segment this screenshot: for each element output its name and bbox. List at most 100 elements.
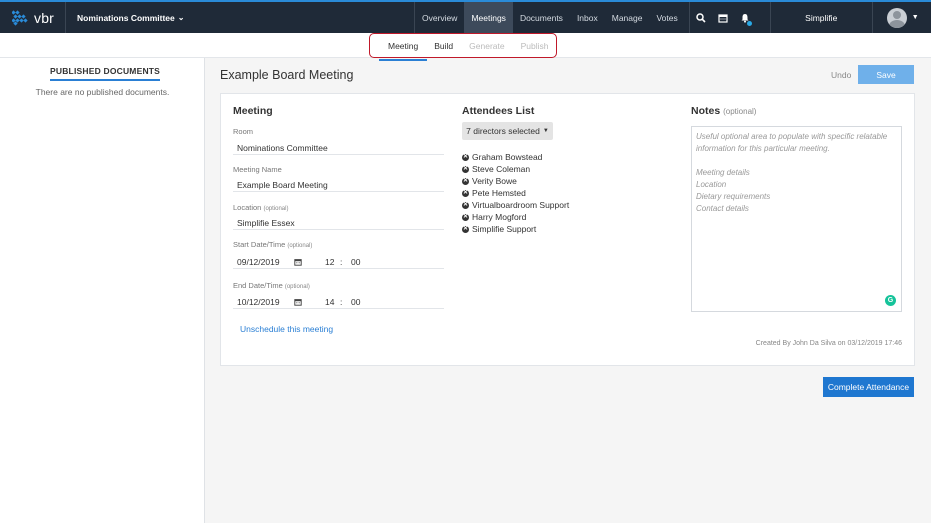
end-date-input[interactable]: 10/12/2019 [237, 297, 280, 307]
start-minute-input[interactable]: 00 [351, 257, 360, 267]
calendar-icon[interactable] [294, 298, 302, 308]
notes-textarea[interactable]: Useful optional area to populate with sp… [691, 126, 902, 312]
notes-placeholder-line: Meeting details [696, 168, 750, 177]
attendee-name: Steve Coleman [472, 164, 531, 174]
start-date-input[interactable]: 09/12/2019 [237, 257, 280, 267]
list-item: ✕ Steve Coleman [462, 163, 569, 175]
brand-name: vbr [34, 9, 55, 26]
sidebar-empty-text: There are no published documents. [35, 87, 170, 97]
nav-inbox[interactable]: Inbox [570, 2, 605, 33]
tab-generate: Generate [469, 40, 505, 51]
attendee-name: Verity Bowe [472, 176, 517, 186]
remove-attendee-icon[interactable]: ✕ [462, 165, 469, 173]
notes-placeholder-intro: Useful optional area to populate with sp… [696, 132, 888, 153]
list-item: ✕ Virtualboardroom Support [462, 199, 569, 211]
nav-icon-group [688, 2, 756, 33]
attendee-name: Simplifie Support [472, 224, 537, 234]
save-button[interactable]: Save [858, 65, 914, 84]
end-optional: (optional) [284, 284, 310, 290]
notes-placeholder-line: Dietary requirements [696, 192, 771, 201]
committee-selector[interactable]: Nominations Committee ⌄ [66, 2, 414, 33]
page-title: Example Board Meeting [220, 68, 354, 82]
remove-attendee-icon[interactable]: ✕ [462, 153, 469, 161]
list-item: ✕ Simplifie Support [462, 223, 569, 235]
complete-attendance-button[interactable]: Complete Attendance [823, 377, 914, 397]
main-nav: Overview Meetings Documents Inbox Manage… [414, 2, 685, 33]
calendar-button[interactable] [712, 2, 734, 33]
remove-attendee-icon[interactable]: ✕ [462, 225, 469, 233]
list-item: ✕ Pete Hemsted [462, 187, 569, 199]
subtab-group: Meeting Build Generate Publish [369, 33, 557, 61]
org-name[interactable]: Simplifie [769, 2, 873, 33]
search-button[interactable] [690, 2, 712, 33]
tab-build[interactable]: Build [434, 36, 453, 56]
created-by-text: Created By John Da Silva on 03/12/2019 1… [755, 340, 902, 347]
notes-optional: (optional) [723, 107, 757, 116]
nav-overview[interactable]: Overview [415, 2, 464, 33]
end-datetime-field: 10/12/2019 14 : 00 [233, 295, 444, 309]
start-time-separator: : [340, 257, 343, 267]
end-minute-input[interactable]: 00 [351, 297, 360, 307]
meeting-name-label: Meeting Name [233, 165, 282, 174]
chevron-down-icon: ⌄ [177, 13, 185, 22]
published-documents-sidebar: PUBLISHED DOCUMENTS There are no publish… [0, 58, 205, 523]
end-time-separator: : [340, 297, 343, 307]
start-label-text: Start Date/Time [233, 240, 286, 249]
location-label-text: Location [233, 203, 262, 212]
grammarly-icon[interactable]: G [885, 295, 896, 306]
end-label-text: End Date/Time [233, 281, 283, 290]
location-optional: (optional) [263, 206, 289, 212]
end-hour-input[interactable]: 14 [325, 297, 334, 307]
avatar [886, 7, 907, 28]
top-navbar: vbr Nominations Committee ⌄ Overview Mee… [0, 0, 931, 33]
list-item: ✕ Graham Bowstead [462, 151, 569, 163]
caret-down-icon: ▼ [911, 14, 919, 21]
nav-manage[interactable]: Manage [605, 2, 650, 33]
nav-meetings[interactable]: Meetings [464, 2, 513, 33]
list-item: ✕ Harry Mogford [462, 211, 569, 223]
notes-placeholder-line: Location [696, 180, 727, 189]
attendee-name: Graham Bowstead [472, 152, 543, 162]
directors-selector-label: 7 directors selected [466, 126, 540, 136]
attendees-heading: Attendees List [462, 105, 535, 117]
brand-logo[interactable]: vbr [0, 2, 66, 33]
attendee-name: Virtualboardroom Support [472, 200, 570, 210]
list-item: ✕ Verity Bowe [462, 175, 569, 187]
user-menu[interactable]: ▼ [873, 2, 919, 33]
location-label: Location (optional) [233, 203, 288, 212]
caret-down-icon: ▼ [542, 128, 549, 134]
calendar-icon[interactable] [294, 258, 302, 268]
start-hour-input[interactable]: 12 [325, 257, 334, 267]
attendee-name: Pete Hemsted [472, 188, 526, 198]
nav-documents[interactable]: Documents [513, 2, 570, 33]
remove-attendee-icon[interactable]: ✕ [462, 201, 469, 209]
notifications-button[interactable] [734, 2, 756, 33]
tab-publish: Publish [520, 40, 549, 51]
calendar-icon [718, 13, 728, 23]
undo-button[interactable]: Undo [831, 70, 851, 80]
unschedule-link[interactable]: Unschedule this meeting [240, 324, 333, 334]
attendee-name: Harry Mogford [472, 212, 527, 222]
directors-selector-button[interactable]: 7 directors selected ▼ [462, 122, 553, 140]
committee-label: Nominations Committee [77, 12, 175, 23]
sidebar-title: PUBLISHED DOCUMENTS [50, 66, 161, 81]
notes-heading-text: Notes [691, 105, 721, 117]
remove-attendee-icon[interactable]: ✕ [462, 213, 469, 221]
search-icon [695, 12, 706, 23]
nav-votes[interactable]: Votes [649, 2, 684, 33]
remove-attendee-icon[interactable]: ✕ [462, 177, 469, 185]
remove-attendee-icon[interactable]: ✕ [462, 189, 469, 197]
start-optional: (optional) [287, 243, 313, 249]
meeting-subnav: Meeting Build Generate Publish [0, 33, 931, 61]
start-datetime-field: 09/12/2019 12 : 00 [233, 255, 444, 269]
meeting-name-field[interactable]: Example Board Meeting [233, 178, 444, 192]
start-datetime-label: Start Date/Time (optional) [233, 240, 312, 249]
meeting-heading: Meeting [233, 105, 273, 117]
notes-placeholder-line: Contact details [696, 204, 749, 213]
room-field[interactable]: Nominations Committee [233, 141, 444, 155]
meeting-card: Meeting Room Nominations Committee Meeti… [220, 93, 915, 366]
tab-meeting[interactable]: Meeting [378, 36, 428, 61]
end-datetime-label: End Date/Time (optional) [233, 281, 310, 290]
vbr-logo-icon [12, 9, 28, 26]
location-field[interactable]: Simplifie Essex [233, 216, 444, 230]
